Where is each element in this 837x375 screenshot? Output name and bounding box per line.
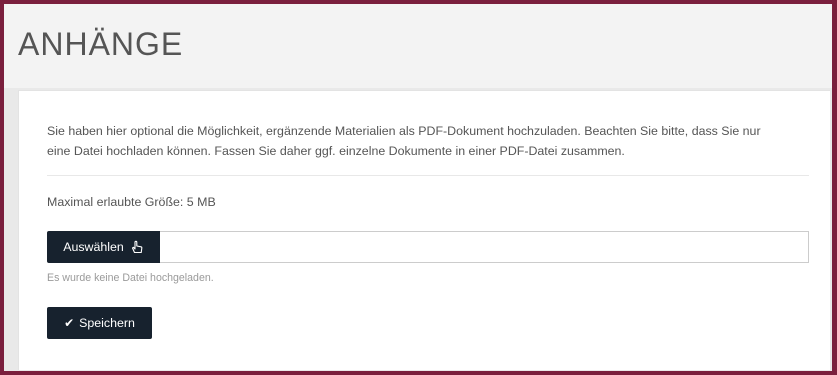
save-button[interactable]: ✔ Speichern bbox=[47, 307, 152, 339]
file-upload-field: Auswählen bbox=[47, 231, 809, 263]
upload-status-text: Es wurde keine Datei hochgeladen. bbox=[47, 272, 214, 284]
choose-file-button[interactable]: Auswählen bbox=[47, 231, 160, 263]
page-title: ANHÄNGE bbox=[18, 26, 184, 62]
hand-pointer-icon bbox=[130, 240, 144, 254]
check-icon: ✔ bbox=[64, 316, 75, 330]
selected-file-display[interactable] bbox=[160, 231, 809, 263]
upload-panel: Sie haben hier optional die Möglichkeit,… bbox=[18, 90, 830, 370]
upload-description: Sie haben hier optional die Möglichkeit,… bbox=[47, 121, 827, 161]
divider bbox=[47, 175, 809, 176]
choose-file-button-label: Auswählen bbox=[63, 240, 124, 254]
max-size-label: Maximal erlaubte Größe: 5 MB bbox=[47, 195, 216, 209]
upload-description-line-1: Sie haben hier optional die Möglichkeit,… bbox=[47, 124, 761, 138]
save-button-label: Speichern bbox=[79, 316, 135, 330]
upload-description-line-2: eine Datei hochladen können. Fassen Sie … bbox=[47, 144, 625, 158]
frame-notch bbox=[0, 56, 16, 160]
section-header: ANHÄNGE bbox=[4, 4, 833, 88]
